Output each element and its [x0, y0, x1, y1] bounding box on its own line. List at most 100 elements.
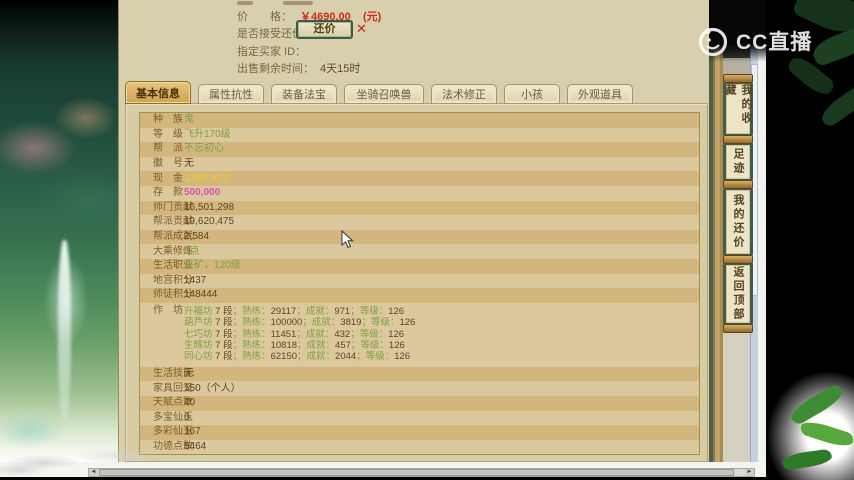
horizontal-scrollbar[interactable]: ◄ ►	[88, 468, 755, 477]
row-label: 生活职业	[153, 260, 193, 272]
row-value: 不忘初心	[184, 143, 224, 155]
table-row: 种 族鬼	[140, 113, 699, 128]
screen: 价 格： ￥4690.00 (元) 是否接受还价： 还价 ✕ 指定买家 ID： …	[0, 0, 854, 480]
page-border-art	[709, 0, 723, 462]
scroll-arrow-right-icon[interactable]: ►	[745, 469, 754, 476]
table-row: 地宫积分 1437	[140, 273, 699, 289]
scroll-knob	[723, 324, 753, 333]
table-row: 大乘修炼 3点	[140, 244, 699, 259]
table-row: 生活职业 采矿，120级	[140, 258, 699, 274]
sidebar-item-my-collection[interactable]: 我的收藏	[723, 81, 753, 137]
table-row: 现 金 3,097,673	[140, 171, 699, 186]
sidebar-item-footprints[interactable]: 足迹	[723, 142, 753, 182]
side-nav: 我的收藏足迹我的还价返回顶部	[722, 74, 754, 333]
horizontal-scrollbar-thumb[interactable]	[99, 469, 734, 476]
row-value: 1437	[184, 274, 207, 286]
row-value: 3,097,673	[184, 172, 229, 184]
row-label: 天赋点数	[153, 397, 193, 409]
table-row: 功德点数5464	[140, 439, 699, 455]
row-label: 帮派贡献	[153, 216, 193, 228]
row-value: 采矿，120级	[184, 260, 241, 272]
table-row: 帮派成就 2,584	[140, 229, 699, 245]
page-edge	[758, 0, 766, 477]
tab-attributes-resistance[interactable]: 属性抗性	[198, 84, 264, 104]
row-label: 种 族	[153, 114, 183, 126]
table-row: 帮 派不忘初心	[140, 142, 699, 157]
row-label: 地宫积分	[153, 274, 193, 286]
workshop-line: 生辉坊 7 段；熟练：10818；成就：457；等级：126	[184, 339, 405, 351]
table-row: 生活技能无	[140, 366, 699, 382]
row-value: 飞升170级	[184, 128, 231, 140]
row-value: 3点	[184, 245, 200, 257]
scroll-arrow-left-icon[interactable]: ◄	[89, 469, 98, 476]
bargain-button[interactable]: 还价	[296, 20, 353, 39]
row-value: 500,000	[184, 187, 221, 199]
row-label: 现 金	[153, 172, 183, 184]
waterfall-art	[58, 240, 71, 420]
landscape-art	[0, 0, 118, 462]
row-value: 0	[184, 411, 190, 423]
mouse-cursor-icon	[341, 229, 354, 254]
info-table: 种 族鬼等 级飞升170级帮 派不忘初心徽 号无现 金 3,097,673 存 款5…	[139, 112, 700, 456]
scroll-knob	[723, 180, 753, 189]
cc-logo-text: CC直播	[736, 31, 813, 54]
price-label: 价 格：	[237, 11, 292, 23]
sidebar-item-back-to-top[interactable]: 返回顶部	[723, 262, 753, 326]
row-label: 师徒积分	[153, 289, 193, 301]
row-label: 等 级	[153, 128, 183, 140]
row-value: 19,620,475	[184, 216, 235, 228]
row-label: 帮派成就	[153, 231, 193, 243]
info-panel: 种 族鬼等 级飞升170级帮 派不忘初心徽 号无现 金 3,097,673 存 款5…	[125, 103, 708, 462]
tab-mount-summon[interactable]: 坐骑召唤兽	[344, 84, 424, 104]
row-value: 无	[184, 158, 194, 170]
table-row: 帮派贡献 19,620,475	[140, 215, 699, 230]
workshop-line: 同心坊 7 段；熟练：62150；成就：2044；等级：126	[184, 351, 411, 363]
row-label: 家具回笼	[153, 382, 193, 394]
row-label: 多宝仙玉	[153, 411, 193, 423]
row-label: 徽 号	[153, 158, 183, 170]
row-value: 16,501,298	[184, 201, 235, 213]
workshop-line: 七巧坊 7 段；熟练：11451；成就：432；等级：126	[184, 328, 405, 340]
sidebar-item-my-counteroffer[interactable]: 我的还价	[723, 187, 753, 257]
cc-live-watermark: CC直播	[696, 24, 812, 58]
page-content: 价 格： ￥4690.00 (元) 是否接受还价： 还价 ✕ 指定买家 ID： …	[118, 0, 709, 462]
row-label: 多彩仙玉	[153, 426, 193, 438]
row-value: 167	[184, 426, 201, 438]
row-label: 大乘修炼	[153, 245, 193, 257]
tab-equipment-treasure[interactable]: 装备法宝	[271, 84, 337, 104]
sidebar-item-label: 我的收藏	[724, 84, 752, 126]
scroll-knob	[723, 74, 753, 83]
table-row: 师徒积分 148444	[140, 288, 699, 303]
table-row: 徽 号无	[140, 156, 699, 172]
table-row: 家具回笼 150（个人）	[140, 381, 699, 396]
sale-time-value: 4天15时	[320, 63, 361, 75]
sidebar-item-label: 我的还价	[732, 194, 744, 250]
row-value: 无	[184, 368, 194, 380]
scroll-knob	[723, 135, 753, 144]
red-cross-icon: ✕	[356, 21, 367, 36]
table-row: 存 款 500,000	[140, 185, 699, 201]
buyer-id-label: 指定买家 ID：	[237, 46, 307, 58]
row-value: 鬼	[184, 114, 194, 126]
table-row: 天赋点数 40	[140, 395, 699, 411]
row-label: 作 坊	[153, 304, 183, 316]
tab-basic-info[interactable]: 基本信息	[125, 81, 191, 104]
cc-logo-icon	[698, 27, 728, 57]
row-value: 150（个人）	[184, 382, 241, 394]
clipped-row-fragment	[283, 1, 313, 5]
workshop-line: 葫芦坊 7 段；熟练：100000；成就：3819；等级：126	[184, 317, 416, 329]
row-value: 40	[184, 397, 196, 409]
tab-bar: 基本信息 属性抗性 装备法宝 坐骑召唤兽 法术修正 小孩 外观道具	[125, 81, 633, 104]
workshop-line: 升福坊 7 段；熟练：29117；成就：971；等级：126	[184, 305, 405, 317]
tab-children[interactable]: 小孩	[504, 84, 560, 104]
table-row: 作 坊升福坊 7 段；熟练：29117；成就：971；等级：126 葫芦坊 7 段…	[140, 302, 699, 367]
row-label: 师门贡献	[153, 201, 193, 213]
tab-appearance-items[interactable]: 外观道具	[567, 84, 633, 104]
table-row: 等 级飞升170级	[140, 127, 699, 143]
workshop-lines: 升福坊 7 段；熟练：29117；成就：971；等级：126 葫芦坊 7 段；熟练…	[184, 306, 415, 363]
table-row: 多彩仙玉 167	[140, 425, 699, 440]
clipped-row-fragment	[237, 1, 253, 5]
table-row: 师门贡献 16,501,298	[140, 200, 699, 216]
tab-spell-correction[interactable]: 法术修正	[431, 84, 497, 104]
sidebar-item-label: 足迹	[732, 148, 744, 176]
